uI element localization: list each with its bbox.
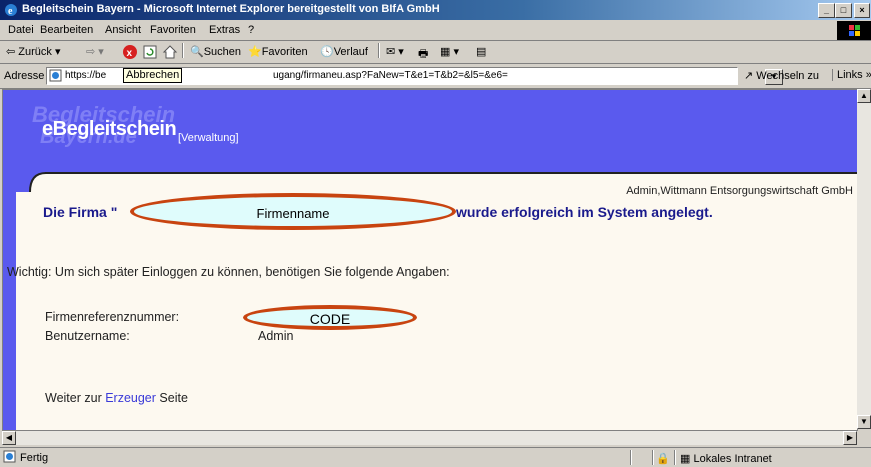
menu-extras[interactable]: Extras <box>209 24 240 36</box>
window-title: Begleitschein Bayern - Microsoft Interne… <box>22 3 440 15</box>
username-label: Benutzername: <box>45 329 130 343</box>
reference-number-label: Firmenreferenznummer: <box>45 310 180 324</box>
links-button[interactable]: Links » <box>832 69 871 81</box>
minimize-button[interactable]: _ <box>818 3 835 18</box>
erzeuger-link[interactable]: Erzeuger <box>105 391 156 405</box>
status-text: Fertig <box>20 452 49 464</box>
stop-icon[interactable]: x <box>122 44 138 60</box>
go-button[interactable]: ↗ Wechseln zu <box>744 69 819 82</box>
site-logo[interactable]: eBegleitschein <box>42 118 177 141</box>
intranet-zone: ▦ Lokales Intranet <box>680 453 772 465</box>
success-message-prefix: Die Firma " <box>43 204 118 220</box>
company-name-placeholder: Firmenname <box>256 206 330 221</box>
page-done-icon <box>3 450 16 463</box>
scroll-right-button[interactable]: ▶ <box>843 431 857 445</box>
stop-tooltip: Abbrechen <box>123 68 183 83</box>
section-label: [Verwaltung] <box>178 132 239 144</box>
refresh-icon[interactable] <box>142 44 158 60</box>
windows-logo-icon <box>837 21 871 40</box>
menu-ansicht[interactable]: Ansicht <box>105 24 141 36</box>
vertical-scrollbar[interactable]: ▲ ▼ <box>857 89 871 429</box>
page-icon <box>49 69 62 82</box>
mail-icon: ✉ <box>386 46 396 58</box>
address-label: Adresse <box>4 70 45 82</box>
menu-bearbeiten[interactable]: Bearbeiten <box>40 24 93 36</box>
home-icon[interactable] <box>162 44 178 60</box>
svg-text:x: x <box>127 48 133 59</box>
forward-button[interactable]: ⇨ ▾ <box>86 45 104 58</box>
favorites-icon: ⭐ <box>248 46 262 58</box>
maximize-button[interactable]: □ <box>835 3 852 18</box>
scroll-left-button[interactable]: ◀ <box>2 431 16 445</box>
lock-icon: 🔒 <box>656 453 670 465</box>
banner-divider <box>45 172 857 174</box>
reference-code-value: CODE <box>309 311 351 327</box>
svg-text:e: e <box>8 6 13 17</box>
horizontal-scrollbar[interactable]: ◀ ▶ <box>2 431 857 445</box>
discuss-button[interactable]: ▤ <box>476 45 486 58</box>
printer-icon: 🖶 <box>418 48 429 60</box>
username-value: Admin <box>258 329 294 343</box>
left-color-strip <box>3 90 16 430</box>
address-url-prefix: https://be <box>65 70 107 81</box>
standard-toolbar: ⇦ Zurück ▾ ⇨ ▾ x 🔍Suchen ⭐Favoriten 🕓Ver… <box>0 41 871 64</box>
favorites-button[interactable]: ⭐Favoriten <box>248 45 308 58</box>
company-name-highlight: Firmenname <box>130 193 456 230</box>
history-button[interactable]: 🕓Verlauf <box>320 45 368 58</box>
discuss-icon: ▤ <box>476 46 487 58</box>
address-bar: Adresse https://be ugang/firmaneu.asp?Fa… <box>0 64 871 89</box>
success-message-suffix: wurde erfolgreich im System angelegt. <box>456 204 713 220</box>
reference-code-highlight: CODE <box>243 305 417 330</box>
edit-button[interactable]: ▦ ▾ <box>440 45 459 58</box>
intranet-zone-icon: ▦ <box>680 453 691 465</box>
page-content: Begleitschein Bayern.de eBegleitschein [… <box>2 89 858 431</box>
history-icon: 🕓 <box>320 46 334 58</box>
menu-favoriten[interactable]: Favoriten <box>150 24 196 36</box>
ie-logo-icon: e <box>5 4 17 17</box>
edit-icon: ▦ <box>440 46 451 58</box>
address-url-suffix: ugang/firmaneu.asp?FaNew=T&e1=T&b2=&l5=&… <box>273 70 508 81</box>
menu-bar: Datei Bearbeiten Ansicht Favoriten Extra… <box>0 21 871 41</box>
back-button[interactable]: ⇦ Zurück ▾ <box>6 45 60 58</box>
go-arrow-icon: ↗ <box>744 70 754 82</box>
menu-datei[interactable]: Datei <box>8 24 34 36</box>
search-icon: 🔍 <box>190 46 204 58</box>
mail-button[interactable]: ✉ ▾ <box>386 45 404 58</box>
scroll-down-button[interactable]: ▼ <box>857 415 871 429</box>
menu-help[interactable]: ? <box>248 24 254 36</box>
search-button[interactable]: 🔍Suchen <box>190 45 241 58</box>
print-button[interactable]: 🖶 <box>418 45 428 64</box>
scroll-up-button[interactable]: ▲ <box>857 89 871 103</box>
close-window-button[interactable]: × <box>854 3 870 18</box>
logged-in-user: Admin,Wittmann Entsorgungswirtschaft Gmb… <box>626 185 853 197</box>
site-banner: Begleitschein Bayern.de eBegleitschein [… <box>16 90 857 173</box>
status-bar: Fertig 🔒 ▦ Lokales Intranet <box>0 447 871 467</box>
important-note: Wichtig: Um sich später Einloggen zu kön… <box>7 265 450 279</box>
continue-text: Weiter zur Erzeuger Seite <box>45 391 188 405</box>
address-input[interactable]: https://be ugang/firmaneu.asp?FaNew=T&e1… <box>46 67 783 85</box>
window-title-bar[interactable]: e Begleitschein Bayern - Microsoft Inter… <box>0 0 871 20</box>
